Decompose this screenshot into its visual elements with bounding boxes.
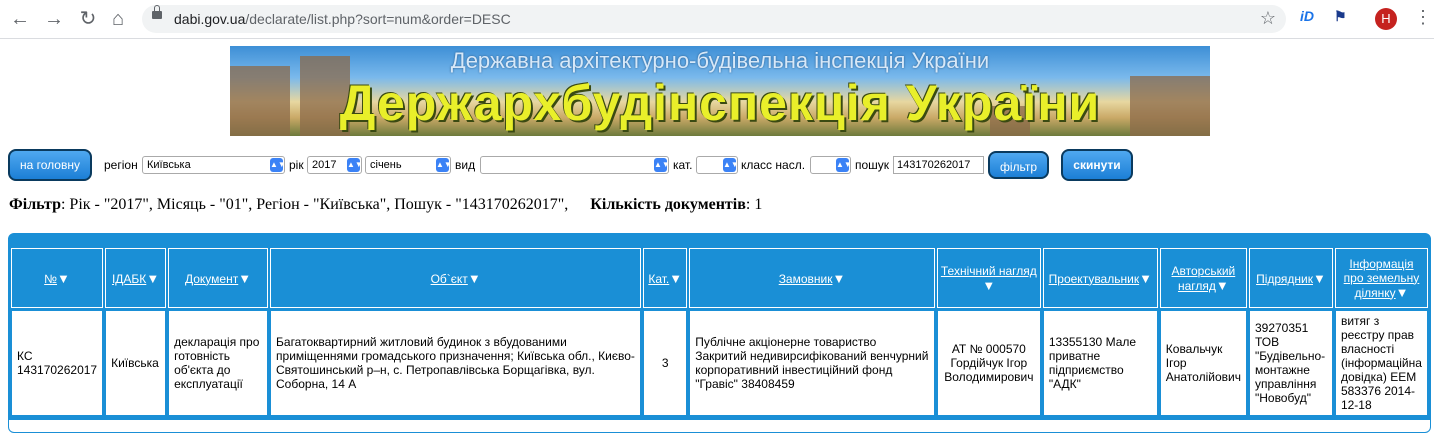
column-header-num[interactable]: №▼ [11,248,104,308]
column-header-label: Підрядник [1256,271,1313,286]
region-select[interactable]: Київська ▲▼ [142,156,285,174]
column-header-label: № [44,271,58,286]
browser-toolbar: ← → ↻ ⌂ dabi.gov.ua/declarate/list.php?s… [0,0,1434,39]
reload-icon[interactable]: ↻ [76,7,100,31]
column-header-label: Документ [184,271,239,286]
bookmark-star-icon[interactable]: ☆ [1260,8,1276,29]
month-select[interactable]: січень ▲▼ [365,156,451,174]
sort-desc-icon: ▼ [467,270,481,286]
cell-customer: Публічне акціонерне товариство Закритий … [689,310,935,416]
chevron-down-icon: ▲▼ [436,158,450,172]
results-table-container: №▼ ІДАБК▼ Документ▼ Об`єкт▼ Кат.▼ Замовн… [8,233,1431,433]
column-header-label: Кат. [648,271,670,286]
menu-kebab-icon[interactable]: ⋮ [1414,7,1432,28]
column-header-object[interactable]: Об`єкт▼ [270,248,642,308]
results-table: №▼ ІДАБК▼ Документ▼ Об`єкт▼ Кат.▼ Замовн… [9,246,1430,418]
region-select-value: Київська [147,159,191,171]
sort-desc-icon: ▼ [1139,270,1152,286]
url-domain: dabi.gov.ua [174,11,246,27]
document-count-label: Кількість документів [590,196,746,213]
chevron-down-icon: ▲▼ [347,158,361,172]
category-label: кат. [673,158,693,172]
cell-land-info: витяг з реєстру прав власності (інформац… [1334,310,1428,416]
cell-object: Багатоквартирний житловий будинок з вбуд… [270,310,642,416]
cell-category: 3 [643,310,688,416]
url-text: dabi.gov.ua/declarate/list.php?sort=num&… [174,11,511,27]
type-select[interactable]: ▲▼ [480,156,669,174]
search-label: пошук [855,158,890,172]
sort-desc-icon: ▼ [982,277,996,293]
sort-desc-icon: ▼ [146,270,160,286]
year-select-value: 2017 [312,159,337,171]
extension-id-icon[interactable]: iD [1300,8,1314,24]
filter-summary-label: Фільтр [9,196,61,213]
sort-desc-icon: ▼ [669,270,683,286]
cell-idabk: Київська [105,310,167,416]
reset-button[interactable]: скинути [1061,149,1133,181]
cell-contractor: 39270351 ТОВ "Будівельно-монтажне управл… [1248,310,1333,416]
column-header-document[interactable]: Документ▼ [168,248,269,308]
filter-bar: на головну регіон Київська ▲▼ рік 2017 ▲▼ … [0,148,1434,182]
column-header-tech-supervision[interactable]: Технічний нагляд▼ [936,248,1041,308]
chevron-down-icon: ▲▼ [654,158,668,172]
cell-num: КС 143170262017 [11,310,104,416]
column-header-label: Замовник [778,271,833,286]
cell-designer: 13355130 Мале приватне підприємство "АДК… [1042,310,1158,416]
year-select[interactable]: 2017 ▲▼ [307,156,362,174]
chevron-down-icon: ▲▼ [270,158,284,172]
column-header-author-supervision[interactable]: Авторський нагляд▼ [1159,248,1247,308]
document-count-value: : 1 [745,196,763,213]
region-label: регіон [104,158,138,172]
table-footer [9,420,1430,432]
table-header-row: №▼ ІДАБК▼ Документ▼ Об`єкт▼ Кат.▼ Замовн… [11,248,1428,308]
forward-arrow-icon[interactable]: → [42,7,66,31]
banner-title: Держархбудінспекція України [339,75,1101,131]
class-label: класс насл. [741,158,806,172]
category-select[interactable]: ▲▼ [696,156,738,174]
sort-desc-icon: ▼ [238,270,252,286]
type-label: вид [455,158,476,172]
column-header-land-info[interactable]: Інформація про земельну ділянку▼ [1334,248,1428,308]
cell-tech-supervision: АТ № 000570 Гордійчук Ігор Володимирович [936,310,1041,416]
chevron-down-icon: ▲▼ [723,158,737,172]
extension-flag-icon[interactable]: ⚑ [1334,8,1347,25]
table-row: КС 143170262017 Київська декларація про … [11,310,1428,416]
class-select[interactable]: ▲▼ [810,156,851,174]
chevron-down-icon: ▲▼ [836,158,850,172]
sort-desc-icon: ▼ [1312,270,1326,286]
banner-subtitle: Державна архітектурно-будівельна інспекц… [450,48,990,73]
column-header-label: ІДАБК [111,271,147,286]
filter-summary-text: : Рік - "2017", Місяць - "01", Регіон - … [60,196,569,213]
site-banner: Державна архітектурно-будівельна інспекц… [230,46,1210,136]
column-header-label: Об`єкт [430,271,468,286]
month-select-value: січень [370,159,402,171]
lock-icon [152,5,162,19]
column-header-label: Проектувальник [1048,271,1140,286]
url-path: /declarate/list.php?sort=num&order=DESC [245,11,511,27]
column-header-customer[interactable]: Замовник▼ [689,248,935,308]
column-header-idabk[interactable]: ІДАБК▼ [105,248,167,308]
profile-avatar[interactable]: H [1375,8,1397,30]
search-input[interactable]: 143170262017 [893,156,984,174]
filter-button[interactable]: фільтр [988,151,1049,179]
cell-author-supervision: Ковальчук Ігор Анатолійович [1159,310,1247,416]
sort-desc-icon: ▼ [1395,284,1409,300]
column-header-designer[interactable]: Проектувальник▼ [1042,248,1158,308]
address-bar[interactable]: dabi.gov.ua/declarate/list.php?sort=num&… [142,5,1286,33]
sort-desc-icon: ▼ [57,270,70,286]
column-header-category[interactable]: Кат.▼ [643,248,688,308]
cell-document: декларація про готовність об'єкта до екс… [168,310,269,416]
home-icon[interactable]: ⌂ [106,7,130,31]
back-arrow-icon[interactable]: ← [8,7,32,31]
year-label: рік [289,158,304,172]
home-button[interactable]: на головну [8,149,92,181]
filter-summary: Фільтр: Рік - "2017", Місяць - "01", Рег… [9,196,762,214]
column-header-label: Технічний нагляд [940,263,1037,278]
sort-desc-icon: ▼ [832,270,846,286]
sort-desc-icon: ▼ [1215,277,1229,293]
column-header-contractor[interactable]: Підрядник▼ [1248,248,1333,308]
